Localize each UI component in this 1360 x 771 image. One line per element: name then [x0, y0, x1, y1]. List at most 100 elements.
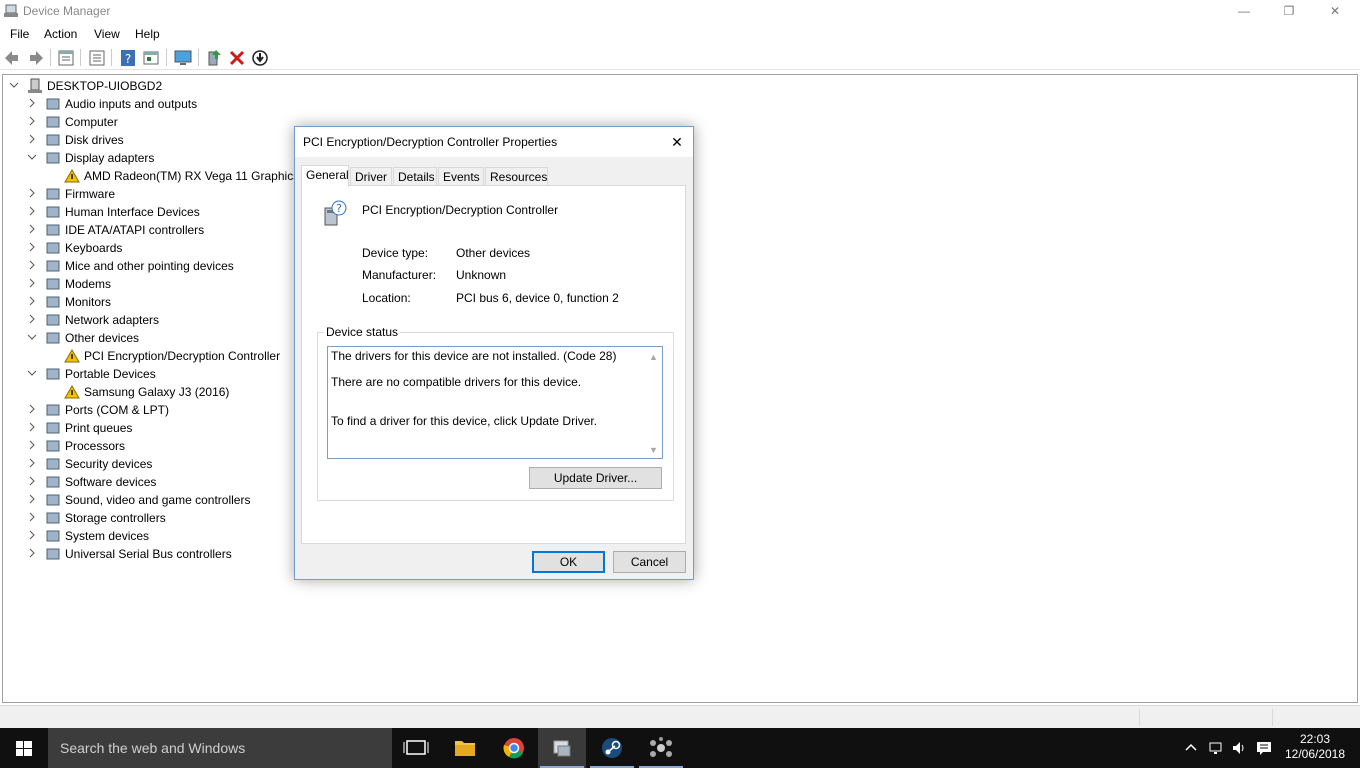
tree-item-label: Processors — [65, 439, 126, 453]
chevron-up-icon[interactable] — [1183, 740, 1199, 756]
view-icon[interactable] — [142, 49, 160, 67]
menu-action[interactable]: Action — [44, 27, 77, 41]
tree-item-label: IDE ATA/ATAPI controllers — [65, 223, 205, 237]
chevron-right-icon[interactable] — [27, 296, 37, 306]
chevron-right-icon[interactable] — [27, 458, 37, 468]
scroll-up-icon[interactable]: ▲ — [649, 352, 658, 362]
tree-item-label: Monitors — [65, 295, 112, 309]
notifications-icon[interactable] — [1256, 740, 1272, 756]
chrome-icon[interactable] — [490, 728, 538, 768]
tree-root-label: DESKTOP-UIOBGD2 — [47, 79, 163, 93]
tree-item-label: Samsung Galaxy J3 (2016) — [84, 385, 230, 399]
chevron-right-icon[interactable] — [27, 422, 37, 432]
network-adapter-icon — [46, 314, 60, 326]
toolbar-separator — [50, 49, 51, 66]
chevron-right-icon[interactable] — [27, 440, 37, 450]
forward-icon[interactable] — [26, 49, 44, 67]
other-devices-icon — [46, 332, 60, 344]
task-view-icon[interactable] — [392, 728, 440, 768]
uninstall-icon[interactable] — [228, 49, 246, 67]
status-line: To find a driver for this device, click … — [331, 414, 598, 428]
tree-item-label: Print queues — [65, 421, 133, 435]
device-manager-taskbar-button[interactable] — [538, 728, 586, 768]
software-device-icon — [46, 476, 60, 488]
chevron-right-icon[interactable] — [27, 476, 37, 486]
tab-driver[interactable]: Driver — [350, 167, 392, 186]
scroll-down-icon[interactable]: ▼ — [649, 445, 658, 455]
help-icon[interactable]: ? — [119, 49, 137, 67]
device-status-textbox[interactable]: The drivers for this device are not inst… — [327, 346, 663, 459]
location-label: Location: — [362, 291, 411, 305]
menu-help[interactable]: Help — [135, 27, 160, 41]
volume-icon[interactable] — [1231, 740, 1247, 756]
security-device-icon — [46, 458, 60, 470]
dialog-close-button[interactable]: ✕ — [667, 132, 687, 152]
taskbar: Search the web and Windows 22:03 12/06/2… — [0, 728, 1360, 768]
menu-file[interactable]: File — [10, 27, 29, 41]
molecule-app-icon — [650, 737, 672, 757]
chevron-right-icon[interactable] — [27, 512, 37, 522]
chevron-down-icon[interactable] — [9, 80, 19, 90]
chevron-down-icon[interactable] — [27, 152, 37, 162]
cancel-button[interactable]: Cancel — [613, 551, 686, 573]
tab-resources[interactable]: Resources — [485, 167, 548, 186]
warning-icon — [64, 385, 80, 399]
properties-dialog: PCI Encryption/Decryption Controller Pro… — [294, 126, 694, 580]
close-window-button[interactable]: ✕ — [1312, 0, 1358, 24]
chevron-right-icon[interactable] — [27, 98, 37, 108]
menu-view[interactable]: View — [94, 27, 120, 41]
windows-start-icon[interactable] — [0, 728, 48, 768]
app-taskbar-button[interactable] — [637, 728, 685, 768]
warning-icon — [64, 169, 80, 183]
chevron-right-icon[interactable] — [27, 134, 37, 144]
chevron-right-icon[interactable] — [27, 494, 37, 504]
update-driver-button[interactable]: Update Driver... — [529, 467, 662, 489]
tree-item-label: Portable Devices — [65, 367, 156, 381]
tab-events[interactable]: Events — [438, 167, 484, 186]
list-icon[interactable] — [88, 49, 106, 67]
chevron-right-icon[interactable] — [27, 260, 37, 270]
tab-details[interactable]: Details — [393, 167, 437, 186]
taskbar-search[interactable]: Search the web and Windows — [48, 728, 392, 768]
menu-bar: File Action View Help — [0, 24, 1360, 44]
chevron-right-icon[interactable] — [27, 116, 37, 126]
chevron-right-icon[interactable] — [27, 206, 37, 216]
status-scrollbar[interactable]: ▲ ▼ — [645, 347, 662, 458]
chevron-right-icon[interactable] — [27, 314, 37, 324]
update-driver-icon[interactable] — [205, 49, 223, 67]
chevron-right-icon[interactable] — [27, 404, 37, 414]
tree-item-label: Ports (COM & LPT) — [65, 403, 170, 417]
device-status-label: Device status — [324, 325, 401, 339]
clock-date: 12/06/2018 — [1284, 747, 1346, 761]
file-explorer-icon[interactable] — [441, 728, 489, 768]
chevron-right-icon[interactable] — [27, 224, 37, 234]
network-icon[interactable] — [1208, 740, 1224, 756]
printer-icon — [46, 422, 60, 434]
minimize-button[interactable]: — — [1221, 0, 1267, 24]
chevron-right-icon[interactable] — [27, 242, 37, 252]
tree-item-label: Network adapters — [65, 313, 160, 327]
tree-item-label: Software devices — [65, 475, 157, 489]
svg-text:?: ? — [125, 52, 131, 66]
chevron-right-icon[interactable] — [27, 530, 37, 540]
chevron-right-icon[interactable] — [27, 188, 37, 198]
keyboard-icon — [46, 242, 60, 254]
steam-taskbar-button[interactable] — [588, 728, 636, 768]
tree-item-label: Human Interface Devices — [65, 205, 200, 219]
status-line: The drivers for this device are not inst… — [331, 349, 617, 363]
back-icon[interactable] — [4, 49, 22, 67]
chevron-right-icon[interactable] — [27, 548, 37, 558]
chevron-right-icon[interactable] — [27, 278, 37, 288]
download-icon[interactable] — [251, 49, 269, 67]
tree-item-label: AMD Radeon(TM) RX Vega 11 Graphics — [84, 169, 300, 183]
chevron-down-icon[interactable] — [27, 332, 37, 342]
maximize-button[interactable]: ❐ — [1266, 0, 1312, 24]
clock[interactable]: 22:03 12/06/2018 — [1279, 732, 1351, 762]
chevron-down-icon[interactable] — [27, 368, 37, 378]
ok-button[interactable]: OK — [532, 551, 605, 573]
tab-general[interactable]: General — [301, 165, 349, 187]
properties-icon[interactable] — [57, 49, 75, 67]
location-value: PCI bus 6, device 0, function 2 — [456, 291, 619, 305]
dialog-title: PCI Encryption/Decryption Controller Pro… — [303, 135, 558, 149]
monitor-icon[interactable] — [174, 49, 192, 67]
